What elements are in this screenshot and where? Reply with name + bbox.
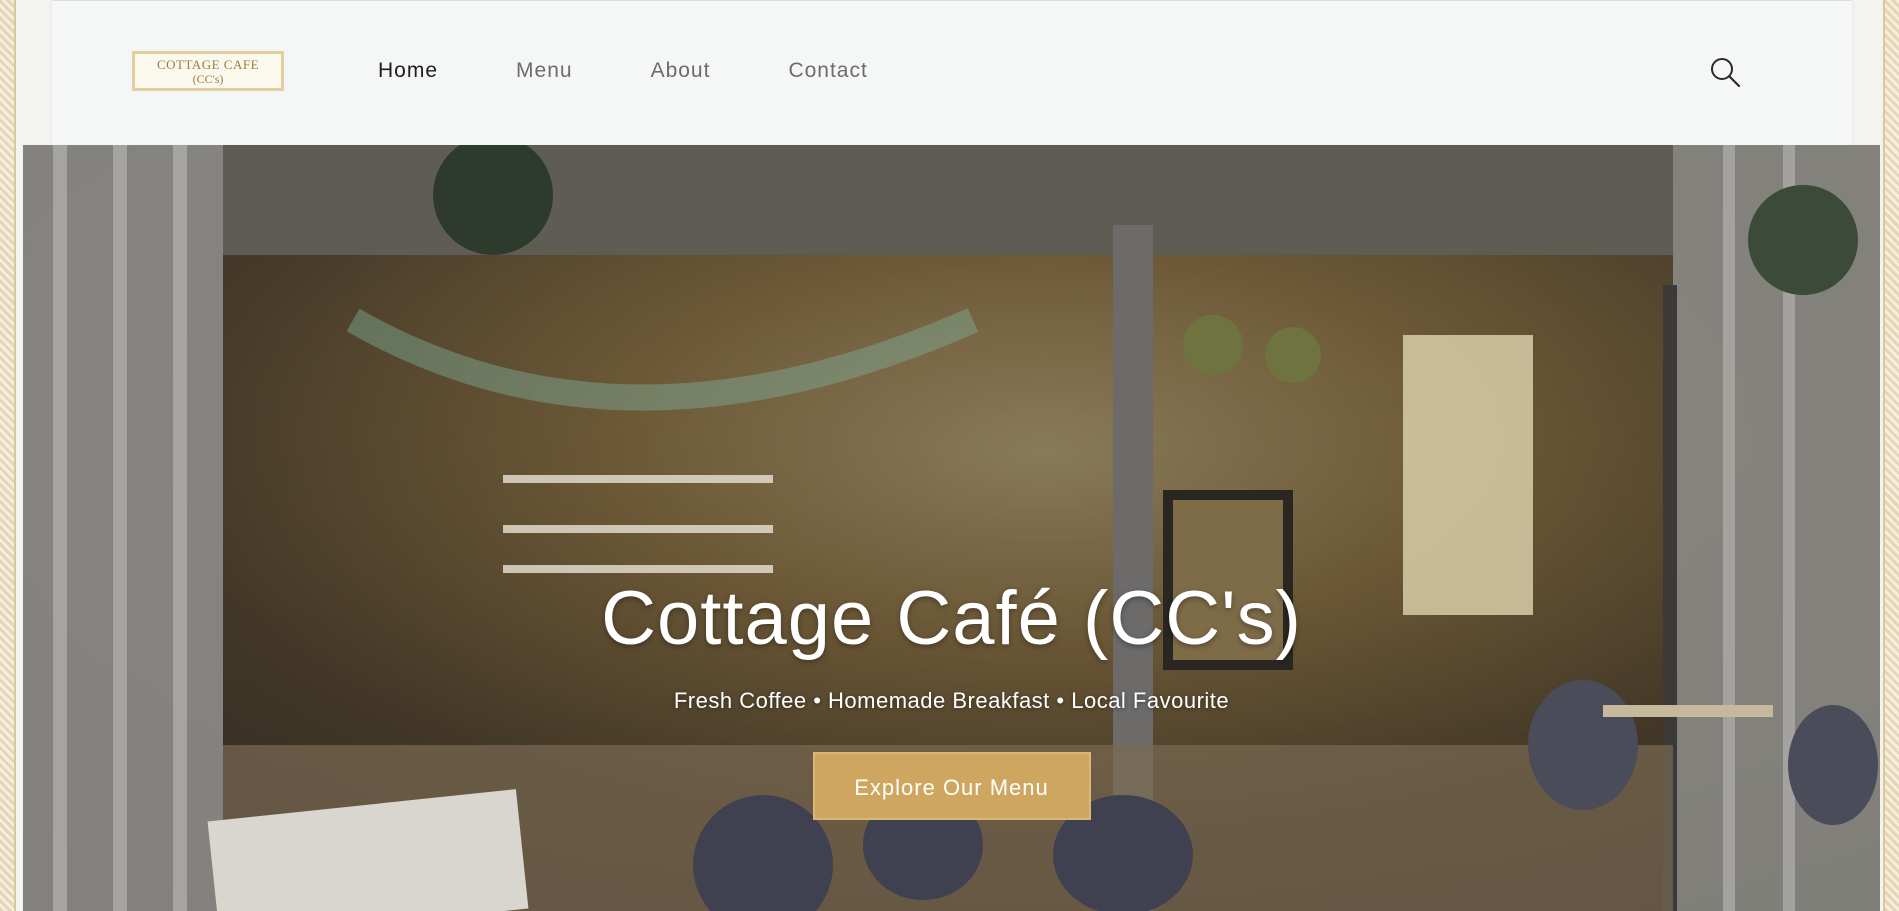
logo-text-line2: (CC's) xyxy=(192,71,224,86)
explore-menu-button[interactable]: Explore Our Menu xyxy=(812,752,1091,820)
logo-text-line1: COTTAGE CAFE xyxy=(156,56,260,72)
search-button[interactable] xyxy=(1708,55,1742,89)
decorative-border-right xyxy=(1883,0,1899,911)
site-logo[interactable]: COTTAGE CAFE (CC's) xyxy=(132,51,284,91)
decorative-border-left xyxy=(0,0,16,911)
site-header: COTTAGE CAFE (CC's) Home Menu About Cont… xyxy=(52,0,1852,145)
main-navigation: Home Menu About Contact xyxy=(378,59,946,83)
hero-subtitle: Fresh Coffee • Homemade Breakfast • Loca… xyxy=(673,688,1230,713)
hero-content: Cottage Café (CC's) Fresh Coffee • Homem… xyxy=(23,575,1880,820)
nav-link-menu[interactable]: Menu xyxy=(516,59,573,83)
hero-banner: Cottage Café (CC's) Fresh Coffee • Homem… xyxy=(23,145,1880,911)
nav-link-home[interactable]: Home xyxy=(378,59,438,83)
hero-title: Cottage Café (CC's) xyxy=(601,576,1302,661)
search-icon xyxy=(1711,58,1741,88)
nav-link-contact[interactable]: Contact xyxy=(788,59,867,83)
nav-link-about[interactable]: About xyxy=(651,59,711,83)
